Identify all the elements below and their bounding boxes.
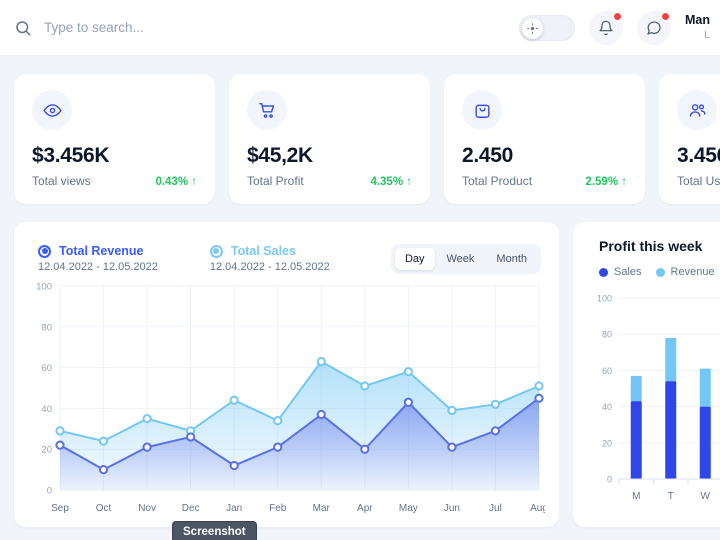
svg-text:M: M [632, 491, 640, 502]
stat-footer: Total Profit 4.35% ↑ [247, 174, 412, 188]
stat-footer: Total views 0.43% ↑ [32, 174, 197, 188]
svg-text:Dec: Dec [182, 503, 200, 514]
legend-sales-label: Sales [614, 266, 642, 278]
stat-label: Total Product [462, 174, 532, 188]
stat-label: Total Profit [247, 174, 304, 188]
legend-revenue-dot [656, 268, 665, 277]
stat-delta: 4.35% ↑ [370, 176, 412, 188]
stat-delta: 0.43% ↑ [155, 176, 197, 188]
svg-text:80: 80 [602, 330, 612, 340]
stat-value: 3.456 [677, 144, 720, 168]
stat-card-total-views[interactable]: $3.456K Total views 0.43% ↑ [14, 74, 215, 204]
profit-chart-legend: Sales Revenue [589, 254, 720, 278]
svg-text:Oct: Oct [96, 503, 112, 514]
legend-sales-dot [599, 268, 608, 277]
messages-button[interactable] [637, 11, 671, 45]
stat-footer: Total Users [677, 174, 720, 188]
svg-text:May: May [399, 503, 418, 514]
user-name: Man [685, 13, 710, 29]
cart-icon [247, 90, 287, 130]
stat-delta: 2.59% ↑ [585, 176, 627, 188]
stat-label: Total Users [677, 174, 720, 188]
svg-text:Aug: Aug [530, 503, 545, 514]
user-role: L [685, 29, 710, 42]
profit-bar-chart[interactable]: 020406080100MTWT [589, 292, 720, 507]
charts-row: Total Revenue 12.04.2022 - 12.05.2022 To… [0, 204, 720, 527]
svg-text:40: 40 [602, 402, 612, 412]
svg-text:40: 40 [41, 404, 52, 415]
bag-icon [462, 90, 502, 130]
search-input[interactable] [44, 20, 324, 35]
legend-date-range: 12.04.2022 - 12.05.2022 [210, 261, 330, 273]
search-bar[interactable] [14, 19, 519, 37]
svg-text:Feb: Feb [269, 503, 287, 514]
message-badge [661, 12, 670, 21]
stat-footer: Total Product 2.59% ↑ [462, 174, 627, 188]
header-actions: Man L [519, 11, 710, 45]
profit-chart-title: Profit this week [589, 238, 720, 254]
svg-text:Mar: Mar [313, 503, 331, 514]
legend-revenue-label: Revenue [671, 266, 715, 278]
user-menu[interactable]: Man L [685, 13, 710, 42]
range-option-week[interactable]: Week [437, 248, 485, 270]
stat-cards-row: $3.456K Total views 0.43% ↑ $45,2K Total… [0, 56, 720, 204]
dashboard-page: Man L $3.456K Total views 0.43% ↑ [0, 0, 720, 540]
svg-text:100: 100 [597, 294, 612, 304]
search-icon [14, 19, 32, 37]
stat-card-total-product[interactable]: 2.450 Total Product 2.59% ↑ [444, 74, 645, 204]
revenue-chart-header: Total Revenue 12.04.2022 - 12.05.2022 To… [28, 238, 545, 274]
svg-text:Apr: Apr [357, 503, 373, 514]
svg-text:W: W [701, 491, 711, 502]
legend-label: Total Revenue [59, 244, 144, 258]
profit-chart-panel: Profit this week Sales Revenue 0 20 40 60 80… [573, 222, 720, 527]
svg-text:Sep: Sep [51, 503, 69, 514]
theme-toggle[interactable] [519, 15, 575, 41]
svg-text:0: 0 [607, 475, 612, 485]
svg-text:Jan: Jan [226, 503, 242, 514]
legend-total-revenue[interactable]: Total Revenue 12.04.2022 - 12.05.2022 [38, 244, 158, 273]
legend-date-range: 12.04.2022 - 12.05.2022 [38, 261, 158, 273]
stat-value: $3.456K [32, 144, 197, 168]
notifications-button[interactable] [589, 11, 623, 45]
bell-icon [598, 20, 614, 36]
range-option-month[interactable]: Month [486, 248, 537, 270]
svg-text:100: 100 [36, 282, 52, 293]
legend-label: Total Sales [231, 244, 296, 258]
svg-text:20: 20 [602, 438, 612, 448]
revenue-chart-svg: 0 20 40 60 80 100 Sep Oct Nov Dec Jan Feb Mar Apr May J… [28, 280, 545, 520]
radio-total-sales[interactable] [210, 245, 223, 258]
eye-icon [32, 90, 72, 130]
svg-text:Jun: Jun [444, 503, 460, 514]
svg-text:0: 0 [47, 486, 52, 497]
svg-text:T: T [668, 491, 674, 502]
stat-card-total-profit[interactable]: $45,2K Total Profit 4.35% ↑ [229, 74, 430, 204]
svg-text:60: 60 [602, 366, 612, 376]
sun-icon [522, 18, 543, 39]
svg-text:60: 60 [41, 363, 52, 374]
radio-total-revenue[interactable] [38, 245, 51, 258]
top-header: Man L [0, 0, 720, 56]
range-toggle-group: Day Week Month [391, 244, 541, 274]
revenue-chart-panel: Total Revenue 12.04.2022 - 12.05.2022 To… [14, 222, 559, 527]
stat-card-total-users[interactable]: 3.456 Total Users [659, 74, 720, 204]
stat-value: $45,2K [247, 144, 412, 168]
svg-text:Jul: Jul [489, 503, 502, 514]
chat-icon [646, 20, 662, 36]
stat-label: Total views [32, 174, 91, 188]
legend-total-sales[interactable]: Total Sales 12.04.2022 - 12.05.2022 [210, 244, 330, 273]
svg-text:Nov: Nov [138, 503, 156, 514]
users-icon [677, 90, 717, 130]
legend-sales[interactable]: Sales [599, 266, 642, 278]
revenue-area-chart[interactable]: 0 20 40 60 80 100 Sep Oct Nov Dec Jan Feb Mar Apr May J… [28, 280, 545, 520]
legend-revenue[interactable]: Revenue [656, 266, 715, 278]
svg-text:20: 20 [41, 445, 52, 456]
notification-badge [613, 12, 622, 21]
screenshot-tooltip: Screenshot [172, 521, 257, 540]
svg-text:80: 80 [41, 322, 52, 333]
range-option-day[interactable]: Day [395, 248, 435, 270]
profit-chart-svg: 020406080100MTWT [589, 292, 720, 507]
stat-value: 2.450 [462, 144, 627, 168]
